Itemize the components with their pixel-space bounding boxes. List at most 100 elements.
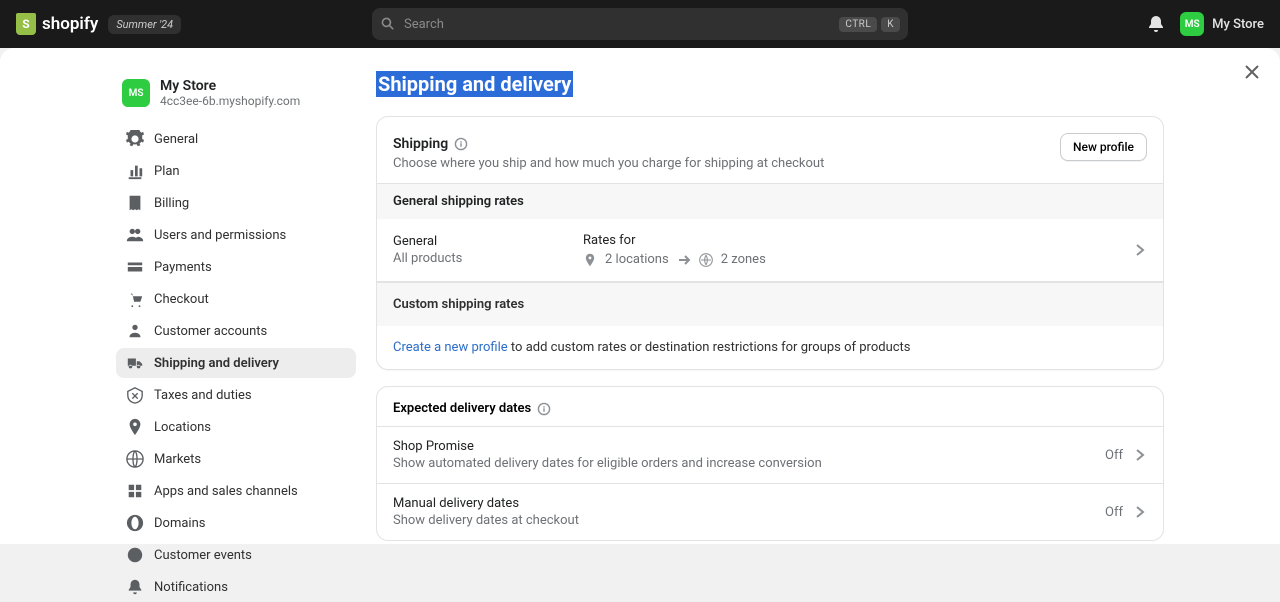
avatar: MS: [1180, 12, 1204, 36]
bell-icon: [126, 578, 144, 596]
delivery-row-state: Off: [1105, 505, 1123, 520]
sidebar-item-plan[interactable]: Plan: [116, 156, 356, 186]
create-profile-link[interactable]: Create a new profile: [393, 340, 508, 355]
info-icon[interactable]: [454, 137, 468, 151]
topbar-right: MS My Store: [1146, 12, 1264, 36]
gear-icon: [126, 130, 144, 148]
shipping-card: Shipping Choose where you ship and how m…: [376, 116, 1164, 370]
sidebar-item-apps-and-sales-channels[interactable]: Apps and sales channels: [116, 476, 356, 506]
sidebar-item-label: Payments: [154, 260, 212, 275]
sidebar-item-label: Customer accounts: [154, 324, 267, 339]
sidebar-item-label: Markets: [154, 452, 201, 467]
sidebar-item-users-and-permissions[interactable]: Users and permissions: [116, 220, 356, 250]
delivery-row-manual-delivery-dates[interactable]: Manual delivery dates Show delivery date…: [377, 483, 1163, 540]
custom-rates-title: Custom shipping rates: [377, 282, 1163, 326]
sidebar-item-label: Checkout: [154, 292, 209, 307]
shipping-heading: Shipping: [393, 136, 468, 152]
sidebar-item-general[interactable]: General: [116, 124, 356, 154]
grid-icon: [126, 482, 144, 500]
delivery-dates-card: Expected delivery dates Shop Promise Sho…: [376, 386, 1164, 541]
sidebar-item-domains[interactable]: Domains: [116, 508, 356, 538]
notifications-icon[interactable]: [1146, 14, 1166, 34]
topbar: S shopify Summer '24 Search CTRL K MS My…: [0, 0, 1280, 48]
locations-text: 2 locations: [605, 252, 669, 267]
chart-icon: [126, 162, 144, 180]
summer-badge: Summer '24: [108, 15, 181, 34]
sidebar-item-markets[interactable]: Markets: [116, 444, 356, 474]
settings-modal: MS My Store 4cc3ee-6b.myshopify.com Gene…: [0, 48, 1280, 544]
sidebar-avatar: MS: [122, 79, 150, 107]
chevron-right-icon: [1133, 448, 1147, 462]
shopify-logo[interactable]: S shopify: [16, 13, 98, 35]
sidebar-item-notifications[interactable]: Notifications: [116, 572, 356, 602]
shipping-description: Choose where you ship and how much you c…: [393, 156, 824, 171]
sidebar-item-locations[interactable]: Locations: [116, 412, 356, 442]
delivery-row-title: Manual delivery dates: [393, 496, 579, 511]
general-rates-title: General shipping rates: [377, 184, 1163, 219]
create-profile-rest: to add custom rates or destination restr…: [508, 340, 911, 355]
globe-icon: [699, 253, 713, 267]
sidebar-item-label: General: [154, 132, 198, 147]
sidebar-item-customer-accounts[interactable]: Customer accounts: [116, 316, 356, 346]
cart-icon: [126, 290, 144, 308]
delivery-row-shop-promise[interactable]: Shop Promise Show automated delivery dat…: [377, 426, 1163, 483]
delivery-row-state: Off: [1105, 448, 1123, 463]
sidebar-item-customer-events[interactable]: Customer events: [116, 540, 356, 570]
sidebar-item-label: Plan: [154, 164, 180, 179]
rates-info: 2 locations 2 zones: [583, 252, 766, 267]
sidebar-item-taxes-and-duties[interactable]: Taxes and duties: [116, 380, 356, 410]
sidebar-item-label: Customer events: [154, 548, 252, 563]
new-profile-button[interactable]: New profile: [1060, 133, 1147, 161]
sidebar-store-header[interactable]: MS My Store 4cc3ee-6b.myshopify.com: [116, 72, 356, 124]
sidebar-item-shipping-and-delivery[interactable]: Shipping and delivery: [116, 348, 356, 378]
kbd-k: K: [881, 17, 900, 32]
globe-icon: [126, 450, 144, 468]
rates-for-label: Rates for: [583, 233, 766, 248]
settings-content: Shipping and delivery Shipping Choose wh…: [376, 72, 1164, 602]
delivery-row-sub: Show delivery dates at checkout: [393, 513, 579, 528]
sidebar-item-checkout[interactable]: Checkout: [116, 284, 356, 314]
sidebar-item-label: Domains: [154, 516, 205, 531]
sidebar-item-label: Apps and sales channels: [154, 484, 298, 499]
brand-text: shopify: [42, 14, 98, 34]
delivery-dates-heading-text: Expected delivery dates: [393, 401, 531, 416]
shipping-card-header: Shipping Choose where you ship and how m…: [377, 117, 1163, 183]
users-icon: [126, 226, 144, 244]
search-icon: [380, 16, 396, 32]
sidebar-item-label: Billing: [154, 196, 189, 211]
store-menu[interactable]: MS My Store: [1180, 12, 1264, 36]
target-icon: [126, 546, 144, 564]
close-button[interactable]: [1238, 58, 1266, 86]
settings-body: MS My Store 4cc3ee-6b.myshopify.com Gene…: [116, 48, 1164, 602]
sidebar-item-label: Taxes and duties: [154, 388, 252, 403]
general-sub: All products: [393, 251, 583, 266]
general-rates-row[interactable]: General All products Rates for 2 locatio…: [377, 219, 1163, 281]
delivery-row-title: Shop Promise: [393, 439, 822, 454]
chevron-right-icon: [1133, 505, 1147, 519]
tax-icon: [126, 386, 144, 404]
sidebar-item-label: Shipping and delivery: [154, 356, 279, 371]
sidebar-item-billing[interactable]: Billing: [116, 188, 356, 218]
person-icon: [126, 322, 144, 340]
arrow-right-icon: [677, 253, 691, 267]
card-icon: [126, 258, 144, 276]
search-placeholder: Search: [404, 17, 831, 32]
search-input[interactable]: Search CTRL K: [372, 8, 908, 40]
shopify-bag-icon: S: [16, 13, 36, 35]
chevron-right-icon: [1133, 243, 1147, 257]
settings-nav: General Plan Billing Users and permissions P…: [116, 124, 356, 602]
kbd-group: CTRL K: [839, 17, 900, 32]
store-name: My Store: [1212, 17, 1264, 32]
zones-text: 2 zones: [721, 252, 766, 267]
delivery-dates-heading: Expected delivery dates: [377, 387, 1163, 426]
shipping-heading-text: Shipping: [393, 136, 448, 152]
search-wrap: Search CTRL K: [372, 8, 908, 40]
settings-sidebar: MS My Store 4cc3ee-6b.myshopify.com Gene…: [116, 72, 356, 602]
sidebar-item-payments[interactable]: Payments: [116, 252, 356, 282]
receipt-icon: [126, 194, 144, 212]
sidebar-item-label: Users and permissions: [154, 228, 286, 243]
info-icon[interactable]: [537, 402, 551, 416]
domain-icon: [126, 514, 144, 532]
truck-icon: [126, 354, 144, 372]
general-label: General: [393, 234, 583, 249]
